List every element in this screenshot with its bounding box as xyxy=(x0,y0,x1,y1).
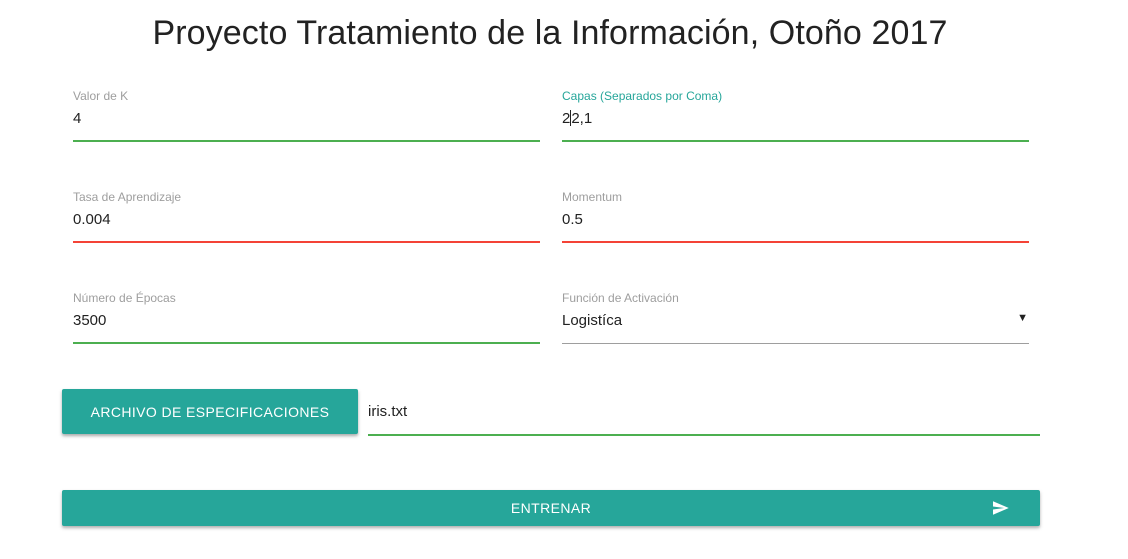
layers-label: Capas (Separados por Coma) xyxy=(562,89,723,103)
page: Proyecto Tratamiento de la Información, … xyxy=(0,0,1128,559)
file-path-underline xyxy=(368,434,1040,436)
learning-rate-label: Tasa de Aprendizaje xyxy=(73,190,182,204)
k-value-input[interactable]: 4 xyxy=(73,110,81,127)
epochs-input[interactable]: 3500 xyxy=(73,312,106,329)
activation-select[interactable]: Función de Activación Logistíca ▼ xyxy=(562,291,1029,351)
activation-underline xyxy=(562,343,1029,344)
train-button[interactable]: ENTRENAR xyxy=(62,490,1040,526)
dropdown-arrow-icon[interactable]: ▼ xyxy=(1017,312,1028,324)
layers-input[interactable]: 22,1 xyxy=(562,110,592,127)
k-value-label: Valor de K xyxy=(73,89,129,103)
layers-text-after-caret: 2,1 xyxy=(571,110,593,127)
layers-text-before-caret: 2 xyxy=(562,110,571,127)
activation-label: Función de Activación xyxy=(562,291,679,305)
layers-underline xyxy=(562,140,1029,142)
epochs-field[interactable]: Número de Épocas 3500 xyxy=(73,291,540,351)
learning-rate-field[interactable]: Tasa de Aprendizaje 0.004 xyxy=(73,190,540,250)
learning-rate-input[interactable]: 0.004 xyxy=(73,211,111,228)
momentum-underline xyxy=(562,241,1029,243)
momentum-field[interactable]: Momentum 0.5 xyxy=(562,190,1029,250)
activation-selected-value[interactable]: Logistíca xyxy=(562,312,622,329)
momentum-input[interactable]: 0.5 xyxy=(562,211,583,228)
epochs-label: Número de Épocas xyxy=(73,291,176,305)
learning-rate-underline xyxy=(73,241,540,243)
file-upload-button[interactable]: ARCHIVO DE ESPECIFICACIONES xyxy=(62,389,358,434)
momentum-label: Momentum xyxy=(562,190,623,204)
send-icon xyxy=(993,501,1009,515)
k-value-underline xyxy=(73,140,540,142)
file-path-field[interactable]: iris.txt xyxy=(368,395,1040,436)
epochs-underline xyxy=(73,342,540,344)
file-path-input[interactable]: iris.txt xyxy=(368,403,407,420)
train-button-label: ENTRENAR xyxy=(510,500,592,516)
k-value-field[interactable]: Valor de K 4 xyxy=(73,89,540,149)
layers-field[interactable]: Capas (Separados por Coma) 22,1 xyxy=(562,89,1029,149)
page-title: Proyecto Tratamiento de la Información, … xyxy=(152,14,948,52)
